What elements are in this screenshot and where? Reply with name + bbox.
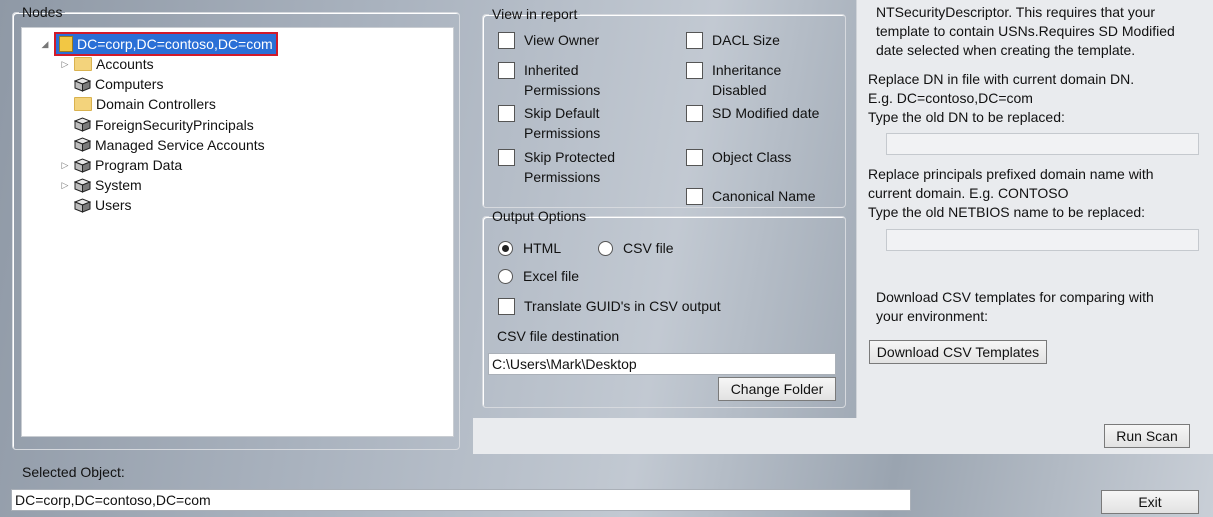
usn-text-1: NTSecurityDescriptor. This requires that… <box>876 4 1156 20</box>
tree-root-label: DC=corp,DC=contoso,DC=com <box>77 36 273 52</box>
folder-icon <box>74 97 92 112</box>
tree-item[interactable]: Managed Service Accounts <box>60 135 265 155</box>
container-icon <box>73 178 92 193</box>
folder-icon <box>74 57 92 71</box>
tree-item[interactable]: Domain Controllers <box>60 94 216 114</box>
object-class-checkbox[interactable]: Object Class <box>686 147 791 167</box>
translate-guid-checkbox[interactable]: Translate GUID's in CSV output <box>498 296 721 316</box>
html-radio[interactable]: HTML <box>498 240 561 256</box>
download-csv-templates-button[interactable]: Download CSV Templates <box>869 340 1047 364</box>
selected-object-field[interactable]: DC=corp,DC=contoso,DC=com <box>11 489 911 511</box>
expand-arrow-icon[interactable]: ▷ <box>60 59 70 70</box>
replace-dn-text-3: Type the old DN to be replaced: <box>868 109 1065 125</box>
csv-file-radio[interactable]: CSV file <box>598 240 674 256</box>
tree-item-label: System <box>95 177 142 194</box>
skip-default-permissions-checkbox[interactable]: Skip Default Permissions <box>498 103 648 143</box>
expand-arrow-icon[interactable]: ▷ <box>60 180 70 191</box>
tree-item-label: Users <box>95 197 132 214</box>
output-options-legend: Output Options <box>492 208 587 224</box>
csv-destination-input[interactable]: C:\Users\Mark\Desktop <box>488 353 836 375</box>
expand-arrow-icon[interactable]: ▷ <box>60 160 70 171</box>
dacl-size-checkbox[interactable]: DACL Size <box>686 30 780 50</box>
run-scan-button[interactable]: Run Scan <box>1104 424 1190 448</box>
replace-principals-text-3: Type the old NETBIOS name to be replaced… <box>868 204 1146 220</box>
nodes-legend: Nodes <box>22 4 63 20</box>
view-owner-checkbox[interactable]: View Owner <box>498 30 599 50</box>
canonical-name-checkbox[interactable]: Canonical Name <box>686 186 816 206</box>
tree-item-label: ForeignSecurityPrincipals <box>95 116 254 133</box>
domain-icon <box>59 36 73 52</box>
exit-button[interactable]: Exit <box>1101 490 1199 514</box>
csv-destination-label: CSV file destination <box>497 328 620 344</box>
replace-principals-text-2: current domain. E.g. CONTOSO <box>868 185 1069 201</box>
replace-principals-text-1: Replace principals prefixed domain name … <box>868 166 1154 182</box>
container-icon <box>73 77 92 92</box>
tree-item-label: Accounts <box>96 56 154 72</box>
usn-text-3: date selected when creating the template… <box>876 42 1136 58</box>
download-text-2: your environment: <box>876 308 989 324</box>
container-icon <box>73 137 92 153</box>
inherited-permissions-checkbox[interactable]: Inherited Permissions <box>498 60 648 100</box>
button-strip <box>473 418 1213 454</box>
container-icon <box>73 117 92 132</box>
skip-protected-permissions-checkbox[interactable]: Skip Protected Permissions <box>498 147 648 187</box>
usn-text-2: template to contain USNs.Requires SD Mod… <box>876 23 1175 39</box>
tree-item[interactable]: ▷ System <box>60 175 142 195</box>
tree-view[interactable]: ◢ DC=corp,DC=contoso,DC=com ▷ Accounts Com… <box>21 27 454 437</box>
view-in-report-legend: View in report <box>492 6 578 22</box>
excel-file-radio[interactable]: Excel file <box>498 268 579 284</box>
old-netbios-input[interactable] <box>886 229 1199 251</box>
tree-root-row[interactable]: ◢ DC=corp,DC=contoso,DC=com <box>40 32 278 56</box>
tree-item[interactable]: Computers <box>60 74 163 94</box>
change-folder-button[interactable]: Change Folder <box>718 377 836 401</box>
tree-item[interactable]: ▷ Accounts <box>60 54 154 74</box>
tree-root-node[interactable]: DC=corp,DC=contoso,DC=com <box>54 32 278 56</box>
download-text-1: Download CSV templates for comparing wit… <box>876 289 1154 305</box>
old-dn-input[interactable] <box>886 133 1199 155</box>
sd-modified-date-checkbox[interactable]: SD Modified date <box>686 103 819 123</box>
replace-dn-text-1: Replace DN in file with current domain D… <box>868 71 1135 87</box>
tree-item-label: Computers <box>95 76 164 93</box>
tree-item[interactable]: Users <box>60 195 132 215</box>
container-icon <box>73 198 92 213</box>
tree-item-label: Managed Service Accounts <box>95 136 265 153</box>
replace-dn-text-2: E.g. DC=contoso,DC=com <box>868 90 1033 106</box>
inheritance-disabled-checkbox[interactable]: Inheritance Disabled <box>686 60 806 100</box>
collapse-arrow-icon[interactable]: ◢ <box>40 39 50 50</box>
tree-item-label: Domain Controllers <box>96 96 216 113</box>
container-icon <box>73 157 92 173</box>
tree-item[interactable]: ▷ Program Data <box>60 155 183 175</box>
tree-item[interactable]: ForeignSecurityPrincipals <box>60 115 254 135</box>
selected-object-label: Selected Object: <box>22 464 125 480</box>
tree-item-label: Program Data <box>95 157 183 173</box>
